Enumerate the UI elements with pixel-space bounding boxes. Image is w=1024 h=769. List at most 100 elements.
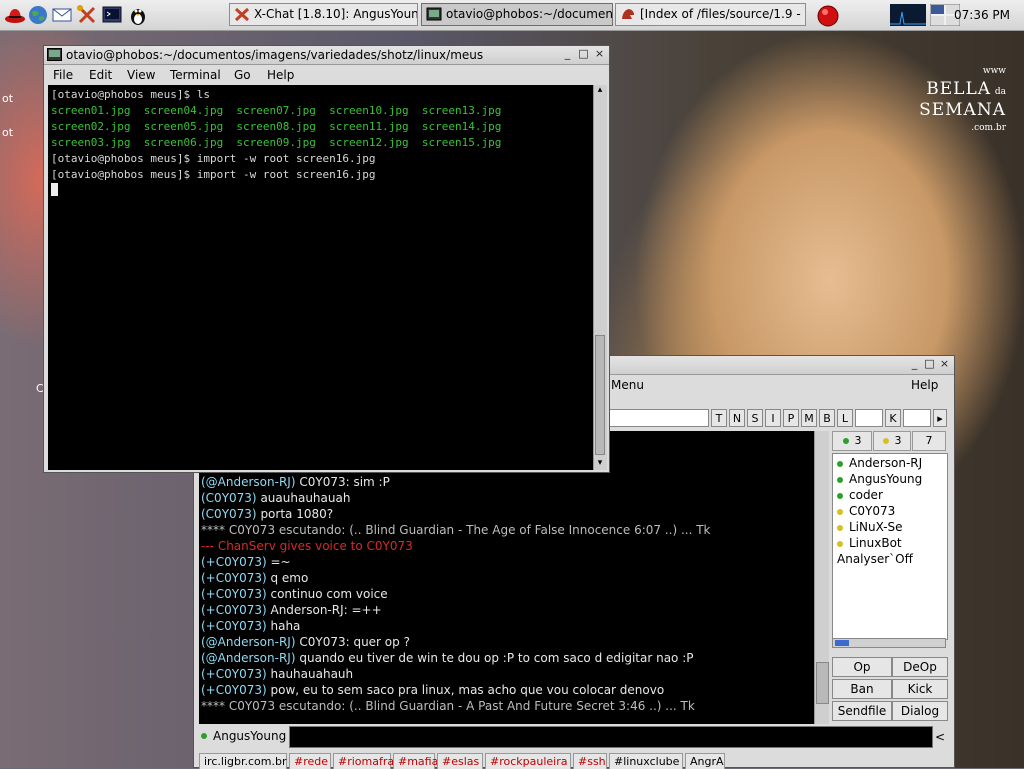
channel-tab[interactable]: #riomafra bbox=[333, 753, 394, 769]
terminal-scrollbar[interactable]: ▴ ▾ bbox=[593, 85, 607, 470]
nick-label: AngusYoung bbox=[213, 729, 287, 743]
desktop-icon-label[interactable]: ot bbox=[2, 126, 13, 139]
input-scroll-button[interactable]: < bbox=[934, 726, 946, 748]
close-icon[interactable]: × bbox=[593, 48, 606, 60]
kick-button[interactable]: Kick bbox=[892, 679, 948, 699]
task-mozilla[interactable]: [Index of /files/source/1.9 - Mozilla] bbox=[615, 3, 806, 26]
chat-log[interactable]: (@Anderson-RJ) C0Y073: sim :P (C0Y073) au… bbox=[199, 431, 814, 724]
terminal-line: [otavio@phobos meus]$ import -w root scr… bbox=[51, 168, 376, 181]
globe-icon[interactable] bbox=[27, 4, 49, 26]
menu-go[interactable]: Go bbox=[234, 68, 251, 82]
user-list[interactable]: Anderson-RJ AngusYoung coder C0Y073 LiNuX-Se… bbox=[832, 453, 948, 640]
voices-count: 3 bbox=[873, 431, 911, 451]
channel-tab[interactable]: #rede bbox=[289, 753, 331, 769]
dialog-button[interactable]: Dialog bbox=[892, 701, 948, 721]
channel-tab[interactable]: irc.ligbr.com.br bbox=[199, 753, 287, 769]
limit-input[interactable] bbox=[855, 409, 883, 427]
chat-line: (@Anderson-RJ) C0Y073: sim :P bbox=[201, 475, 390, 489]
chat-line: (+C0Y073) Anderson-RJ: =++ bbox=[201, 603, 382, 617]
channel-tab[interactable]: AngrA bbox=[685, 753, 725, 769]
terminal-titlebar[interactable]: otavio@phobos:~/documentos/imagens/varie… bbox=[44, 46, 609, 65]
channel-tab[interactable]: #rockpauleira bbox=[485, 753, 571, 769]
scroll-up-icon[interactable]: ▴ bbox=[595, 85, 605, 97]
mode-t-button[interactable]: T bbox=[711, 409, 727, 427]
channel-tab[interactable]: #mafia bbox=[393, 753, 438, 769]
mode-n-button[interactable]: N bbox=[729, 409, 745, 427]
user-list-item[interactable]: Anderson-RJ bbox=[837, 456, 922, 470]
task-terminal[interactable]: otavio@phobos:~/documentos/imagens/varie… bbox=[421, 3, 613, 26]
scroll-right-icon[interactable]: ▸ bbox=[933, 409, 947, 427]
terminal-icon[interactable] bbox=[101, 4, 123, 26]
userlist-hscrollbar[interactable] bbox=[832, 638, 946, 648]
chat-message: C0Y073 escutando: (.. Blind Guardian - T… bbox=[228, 523, 711, 537]
key-input[interactable] bbox=[903, 409, 931, 427]
menu-file[interactable]: File bbox=[53, 68, 73, 82]
terminal-menubar: File Edit View Terminal Go Help bbox=[44, 65, 609, 85]
userlist-hscroll-thumb[interactable] bbox=[835, 640, 849, 646]
ban-button[interactable]: Ban bbox=[832, 679, 892, 699]
user-list-item[interactable]: AngusYoung bbox=[837, 472, 922, 486]
tools-icon[interactable] bbox=[76, 4, 98, 26]
chat-scroll-thumb[interactable] bbox=[816, 662, 829, 704]
chat-nick: **** bbox=[201, 523, 229, 537]
mode-s-button[interactable]: S bbox=[747, 409, 763, 427]
chat-nick: (C0Y073) bbox=[201, 491, 261, 505]
mode-m-button[interactable]: M bbox=[801, 409, 817, 427]
mode-k-button[interactable]: K bbox=[885, 409, 901, 427]
chat-nick: (+C0Y073) bbox=[201, 667, 271, 681]
minimize-icon[interactable]: _ bbox=[561, 48, 574, 60]
message-input[interactable] bbox=[289, 726, 933, 748]
user-list-item[interactable]: Analyser`Off bbox=[837, 552, 913, 566]
op-button[interactable]: Op bbox=[832, 657, 892, 677]
clock[interactable]: 07:36 PM bbox=[954, 8, 1010, 22]
chat-message: q emo bbox=[270, 571, 309, 585]
task-xchat[interactable]: X-Chat [1.8.10]: AngusYoung bbox=[229, 3, 418, 26]
chat-message: haha bbox=[270, 619, 301, 633]
op-status-icon bbox=[837, 476, 843, 483]
sendfile-button[interactable]: Sendfile bbox=[832, 701, 892, 721]
tux-icon[interactable] bbox=[127, 4, 149, 26]
user-list-item[interactable]: C0Y073 bbox=[837, 504, 895, 518]
chat-message: porta 1080? bbox=[260, 507, 334, 521]
mode-i-button[interactable]: I bbox=[765, 409, 781, 427]
menu-menu[interactable]: Menu bbox=[611, 378, 644, 392]
menu-help[interactable]: Help bbox=[267, 68, 294, 82]
chat-scrollbar[interactable] bbox=[814, 431, 829, 724]
chat-line: (@Anderson-RJ) C0Y073: quer op ? bbox=[201, 635, 410, 649]
nick-button[interactable]: AngusYoung bbox=[199, 726, 289, 748]
user-name: C0Y073 bbox=[849, 504, 896, 518]
shutdown-icon[interactable] bbox=[816, 4, 840, 28]
user-list-item[interactable]: coder bbox=[837, 488, 883, 502]
xchat-icon bbox=[234, 7, 250, 22]
mail-icon[interactable] bbox=[51, 4, 73, 26]
channel-tab[interactable]: #linuxclube bbox=[609, 753, 683, 769]
user-list-item[interactable]: LinuxBot bbox=[837, 536, 902, 550]
logo-bella: BELLA bbox=[926, 79, 992, 99]
redhat-icon[interactable] bbox=[4, 4, 26, 26]
menu-terminal[interactable]: Terminal bbox=[170, 68, 221, 82]
voice-dot-icon bbox=[882, 438, 889, 444]
terminal-scroll-thumb[interactable] bbox=[595, 335, 605, 455]
terminal-screen[interactable]: [otavio@phobos meus]$ ls screen01.jpg scr… bbox=[48, 85, 593, 470]
maximize-icon[interactable]: □ bbox=[577, 48, 590, 60]
menu-edit[interactable]: Edit bbox=[89, 68, 112, 82]
desktop-icon-label[interactable]: ot bbox=[2, 92, 13, 105]
mode-b-button[interactable]: B bbox=[819, 409, 835, 427]
maximize-icon[interactable]: □ bbox=[923, 358, 936, 370]
scroll-down-icon[interactable]: ▾ bbox=[595, 458, 605, 470]
logo-www: www bbox=[982, 66, 1006, 76]
menu-view[interactable]: View bbox=[127, 68, 155, 82]
user-list-item[interactable]: LiNuX-Se bbox=[837, 520, 903, 534]
channel-tab[interactable]: #ssh bbox=[573, 753, 607, 769]
chat-message: C0Y073: sim :P bbox=[299, 475, 390, 489]
minimize-icon[interactable]: _ bbox=[908, 358, 921, 370]
topic-input[interactable] bbox=[609, 409, 709, 427]
chat-line: (+C0Y073) continuo com voice bbox=[201, 587, 388, 601]
menu-help[interactable]: Help bbox=[911, 378, 938, 392]
deop-button[interactable]: DeOp bbox=[892, 657, 948, 677]
mode-p-button[interactable]: P bbox=[783, 409, 799, 427]
channel-tab[interactable]: #eslas bbox=[437, 753, 483, 769]
chat-line: (+C0Y073) q emo bbox=[201, 571, 308, 585]
close-icon[interactable]: × bbox=[938, 358, 951, 370]
mode-l-button[interactable]: L bbox=[837, 409, 853, 427]
